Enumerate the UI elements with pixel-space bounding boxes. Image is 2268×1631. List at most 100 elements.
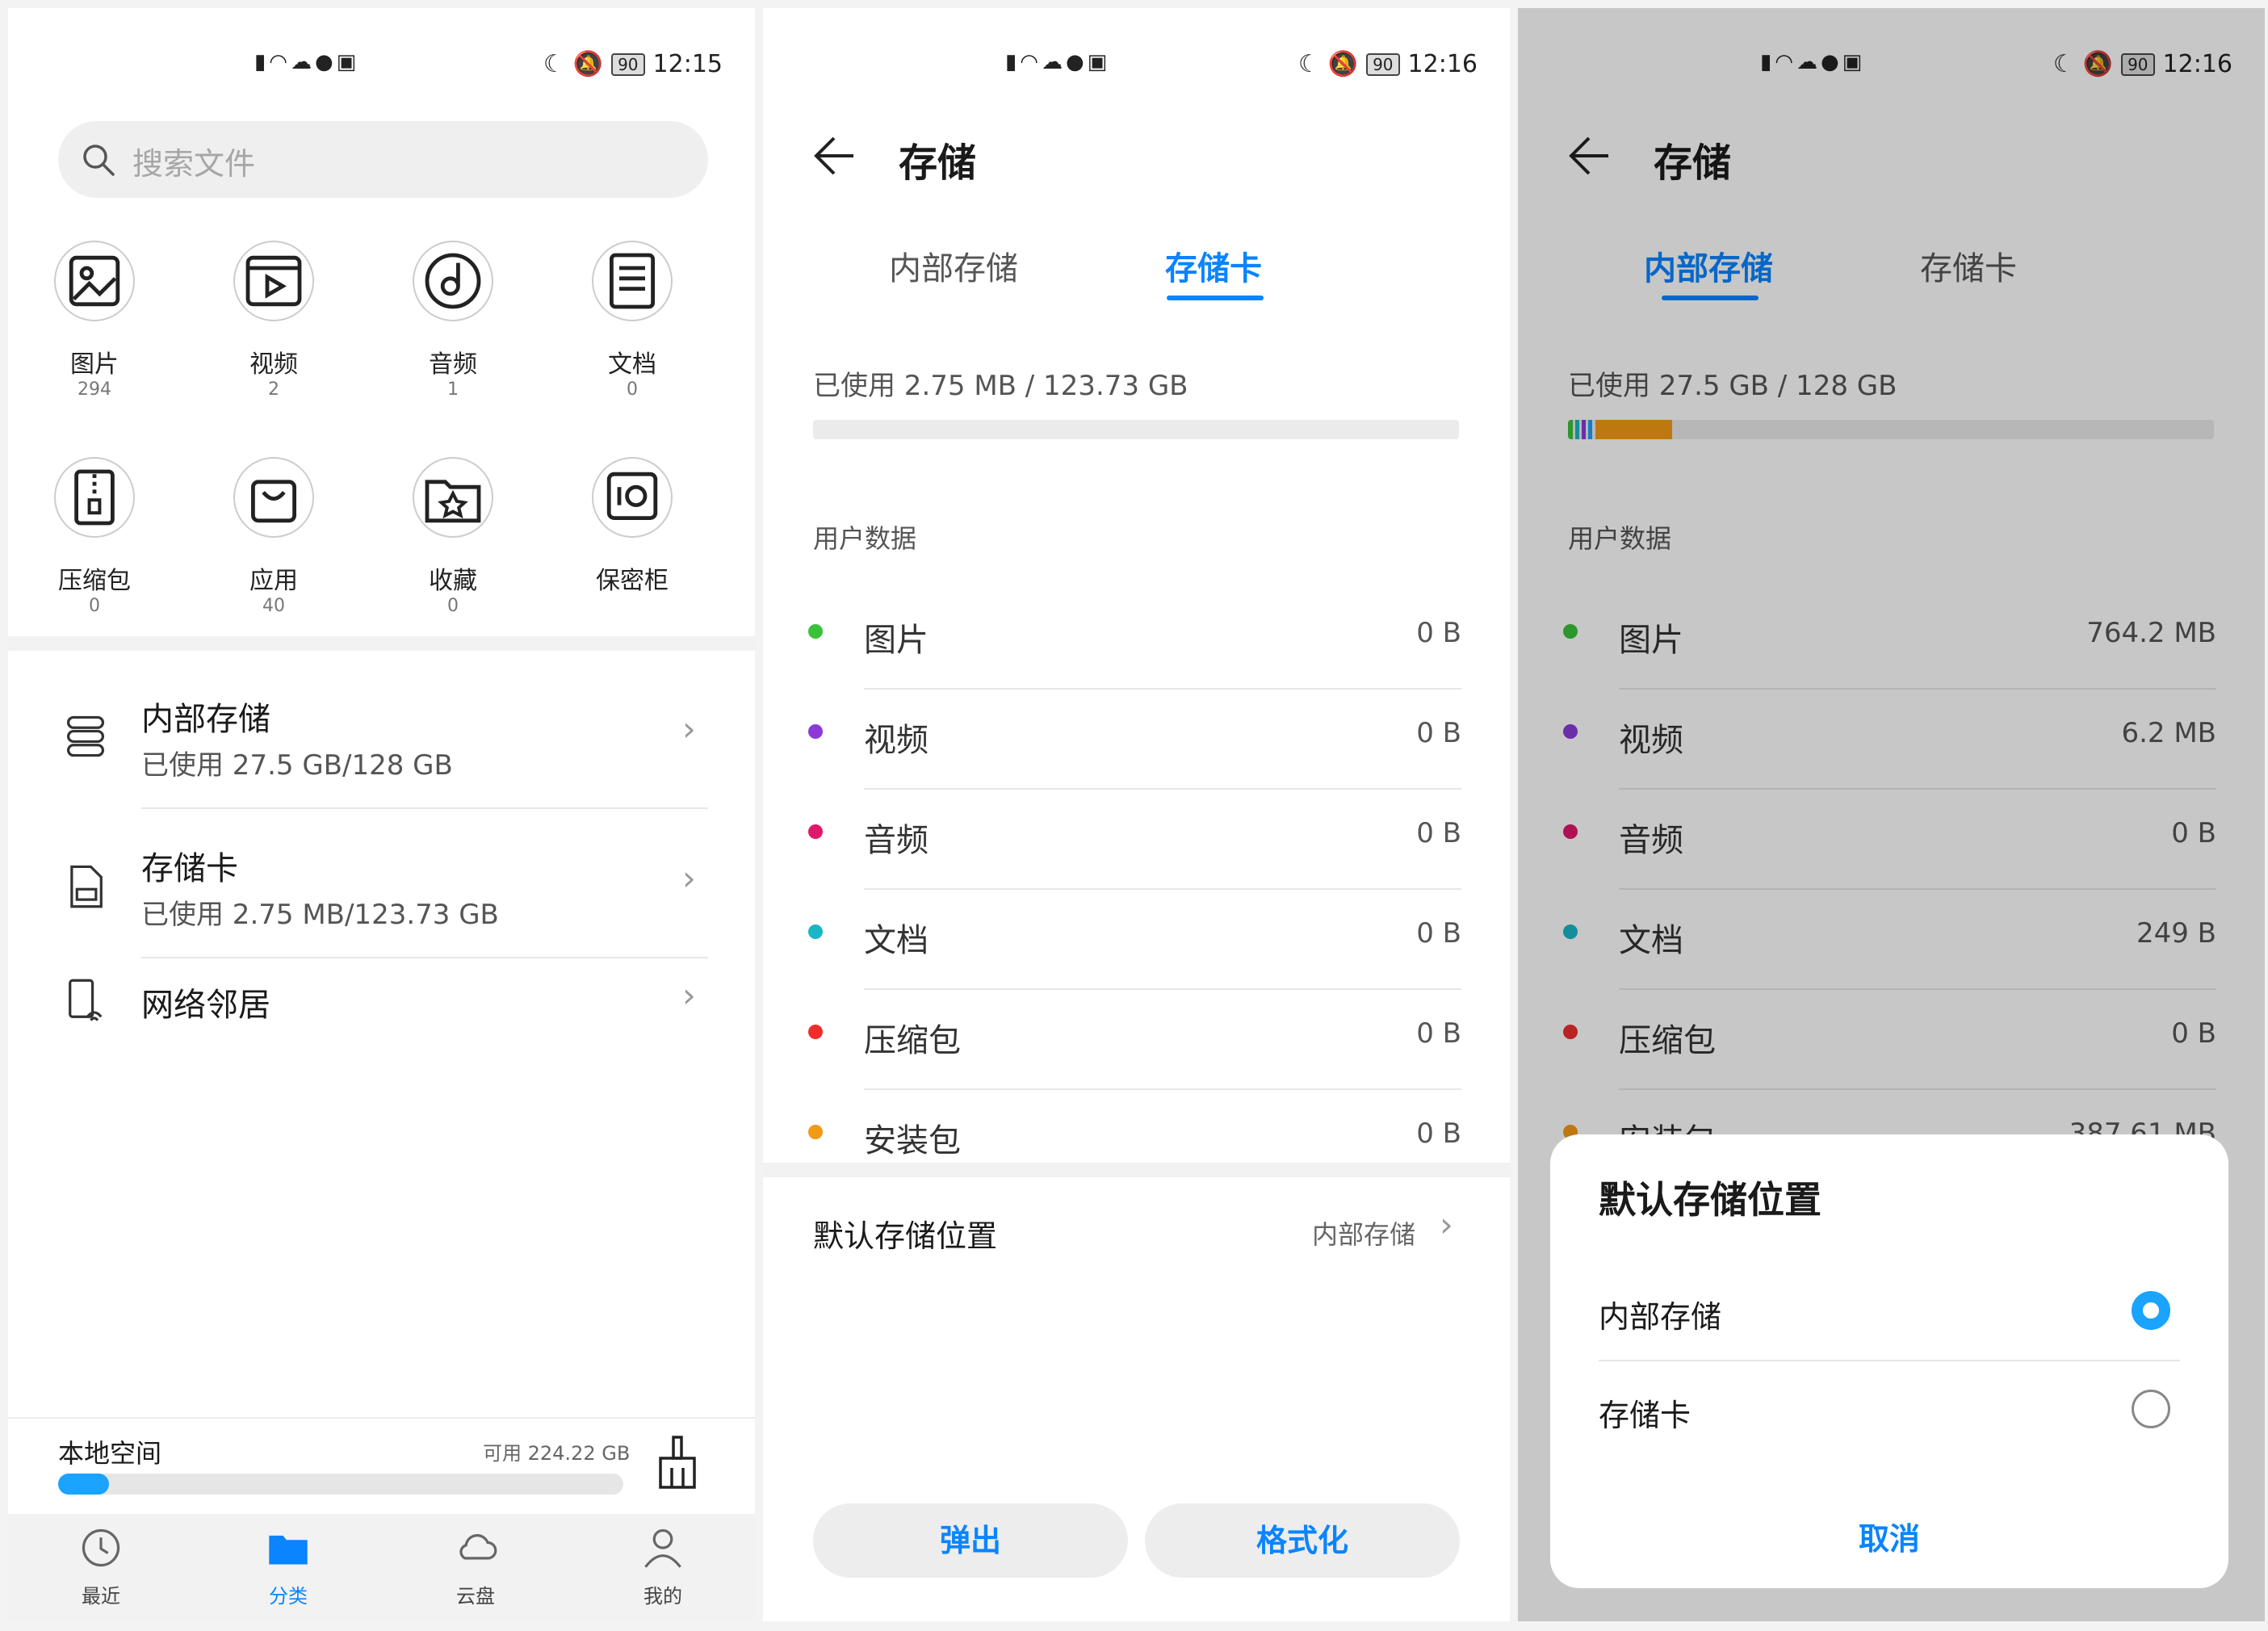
category-label: 应用 — [249, 567, 298, 595]
usage-row-label: 压缩包 — [864, 1022, 961, 1059]
category-label: 图片 — [70, 350, 119, 379]
usage-row: 图片 0 B — [763, 589, 1510, 690]
storage-internal-screen: ▮◠☁●▣ ☾ 🔕 90 12:16 存储 内部存储 存储卡 已使用 27.5 G… — [1518, 8, 2265, 1621]
search-bar[interactable]: 搜索文件 — [58, 121, 708, 198]
search-placeholder: 搜索文件 — [132, 146, 256, 182]
shopping-bag-icon — [233, 457, 314, 538]
mute-icon: 🔕 — [572, 50, 604, 78]
music-icon — [413, 241, 493, 321]
option-label: 存储卡 — [1599, 1398, 1692, 1433]
color-dot — [808, 1125, 823, 1139]
network-neighbor-icon — [63, 977, 108, 1025]
default-location-dialog: 默认存储位置 内部存储 存储卡 取消 — [1550, 1134, 2228, 1588]
radio-unselected-icon[interactable] — [2132, 1390, 2170, 1428]
tab-label: 存储卡 — [1165, 250, 1262, 287]
tab-indicator — [1167, 296, 1264, 300]
category-count: 1 — [447, 379, 459, 400]
nav-label: 分类 — [269, 1585, 308, 1608]
category-video[interactable]: 视频 2 — [193, 241, 354, 451]
usage-row-label: 文档 — [864, 922, 929, 959]
nav-cloud[interactable]: 云盘 — [419, 1525, 532, 1614]
section-divider — [763, 1163, 1510, 1177]
usage-row: 文档 0 B — [763, 890, 1510, 990]
status-icons-right: ☾ 🔕 90 12:15 — [543, 50, 723, 78]
nav-clock[interactable]: 最近 — [44, 1525, 157, 1614]
dialog-option-storage-card[interactable]: 存储卡 — [1550, 1362, 2228, 1459]
category-label: 视频 — [249, 350, 298, 379]
category-label: 音频 — [429, 350, 477, 379]
storage-item-internal-storage[interactable]: 内部存储 已使用 27.5 GB/128 GB › — [8, 670, 755, 799]
category-safe[interactable]: 保密柜 — [551, 457, 713, 667]
cancel-button[interactable]: 取消 — [1550, 1514, 2228, 1558]
moon-icon: ☾ — [543, 50, 565, 78]
usage-row-size: 0 B — [1416, 617, 1461, 649]
radio-selected-icon[interactable] — [2132, 1291, 2170, 1330]
category-music[interactable]: 音频 1 — [372, 241, 534, 451]
usage-row-label: 视频 — [864, 722, 929, 759]
color-dot — [808, 624, 823, 639]
status-time: 12:15 — [652, 50, 723, 78]
color-dot — [808, 824, 823, 839]
usage-bar — [813, 420, 1459, 439]
clock-icon — [78, 1525, 124, 1570]
category-label: 保密柜 — [596, 567, 669, 595]
zip-icon — [54, 457, 135, 538]
video-icon — [233, 241, 314, 321]
category-count: 0 — [447, 596, 459, 616]
nav-folder[interactable]: 分类 — [232, 1525, 345, 1614]
usage-row: 视频 0 B — [763, 690, 1510, 790]
usage-row-size: 0 B — [1416, 717, 1461, 749]
document-icon — [592, 241, 673, 321]
category-label: 文档 — [608, 350, 656, 379]
chevron-right-icon: › — [682, 709, 696, 748]
safe-icon — [592, 457, 673, 538]
storage-card-screen: ▮◠☁●▣ ☾ 🔕 90 12:16 存储 内部存储 存储卡 已使用 2.75 M… — [763, 8, 1510, 1621]
storage-item-network-neighbor[interactable]: 网络邻居 › — [8, 961, 755, 1090]
status-bar: ▮◠☁●▣ ☾ 🔕 90 12:15 — [8, 47, 755, 87]
default-location-row[interactable]: 默认存储位置 内部存储 › — [763, 1187, 1510, 1276]
status-icons-left: ▮◠☁●▣ — [1005, 50, 1111, 74]
nav-person[interactable]: 我的 — [606, 1525, 719, 1614]
usage-row-label: 音频 — [864, 822, 929, 859]
files-home-screen: ▮◠☁●▣ ☾ 🔕 90 12:15 搜索文件 图片 294 视频 2 音频 1 文档 0 压缩… — [8, 8, 755, 1621]
moon-icon: ☾ — [1297, 50, 1320, 78]
category-count: 0 — [627, 379, 638, 400]
chevron-right-icon: › — [1440, 1205, 1453, 1244]
category-count: 2 — [268, 379, 279, 400]
internal-storage-icon — [63, 712, 108, 761]
storage-item-title: 存储卡 — [141, 850, 238, 887]
back-arrow-icon[interactable] — [811, 133, 857, 178]
folder-icon — [266, 1525, 311, 1570]
category-shopping-bag[interactable]: 应用 40 — [193, 457, 354, 667]
category-count: 294 — [78, 379, 111, 400]
broom-clean-icon[interactable] — [656, 1436, 699, 1491]
eject-button[interactable]: 弹出 — [813, 1503, 1128, 1578]
dialog-option-internal-storage[interactable]: 内部存储 — [1550, 1264, 2228, 1361]
storage-item-sd-card[interactable]: 存储卡 已使用 2.75 MB/123.73 GB › — [8, 820, 755, 949]
usage-row: 音频 0 B — [763, 790, 1510, 890]
status-icons-right: ☾ 🔕 90 12:16 — [1298, 50, 1478, 78]
search-icon — [83, 145, 115, 176]
category-count: 40 — [262, 596, 285, 616]
battery-indicator: 90 — [611, 52, 645, 76]
category-image[interactable]: 图片 294 — [14, 241, 175, 451]
storage-item-subtitle: 已使用 2.75 MB/123.73 GB — [141, 899, 499, 931]
local-space-label: 本地空间 — [58, 1438, 162, 1469]
nav-label: 云盘 — [456, 1585, 495, 1608]
nav-label: 最近 — [82, 1585, 120, 1608]
tab-storage-card[interactable]: 存储卡 — [1125, 242, 1302, 315]
nav-label: 我的 — [644, 1585, 682, 1608]
section-title: 用户数据 — [813, 523, 917, 554]
category-star-folder[interactable]: 收藏 0 — [372, 457, 534, 667]
category-label: 压缩包 — [58, 567, 131, 595]
category-zip[interactable]: 压缩包 0 — [14, 457, 175, 667]
row-divider — [141, 957, 708, 958]
section-divider — [8, 636, 755, 651]
tab-internal-storage[interactable]: 内部存储 — [865, 242, 1042, 315]
sd-card-icon — [63, 862, 108, 910]
local-space-fill — [58, 1474, 109, 1495]
used-text: 已使用 2.75 MB / 123.73 GB — [813, 370, 1188, 402]
format-button[interactable]: 格式化 — [1145, 1503, 1460, 1578]
category-document[interactable]: 文档 0 — [551, 241, 713, 451]
local-space-bar — [58, 1474, 623, 1495]
